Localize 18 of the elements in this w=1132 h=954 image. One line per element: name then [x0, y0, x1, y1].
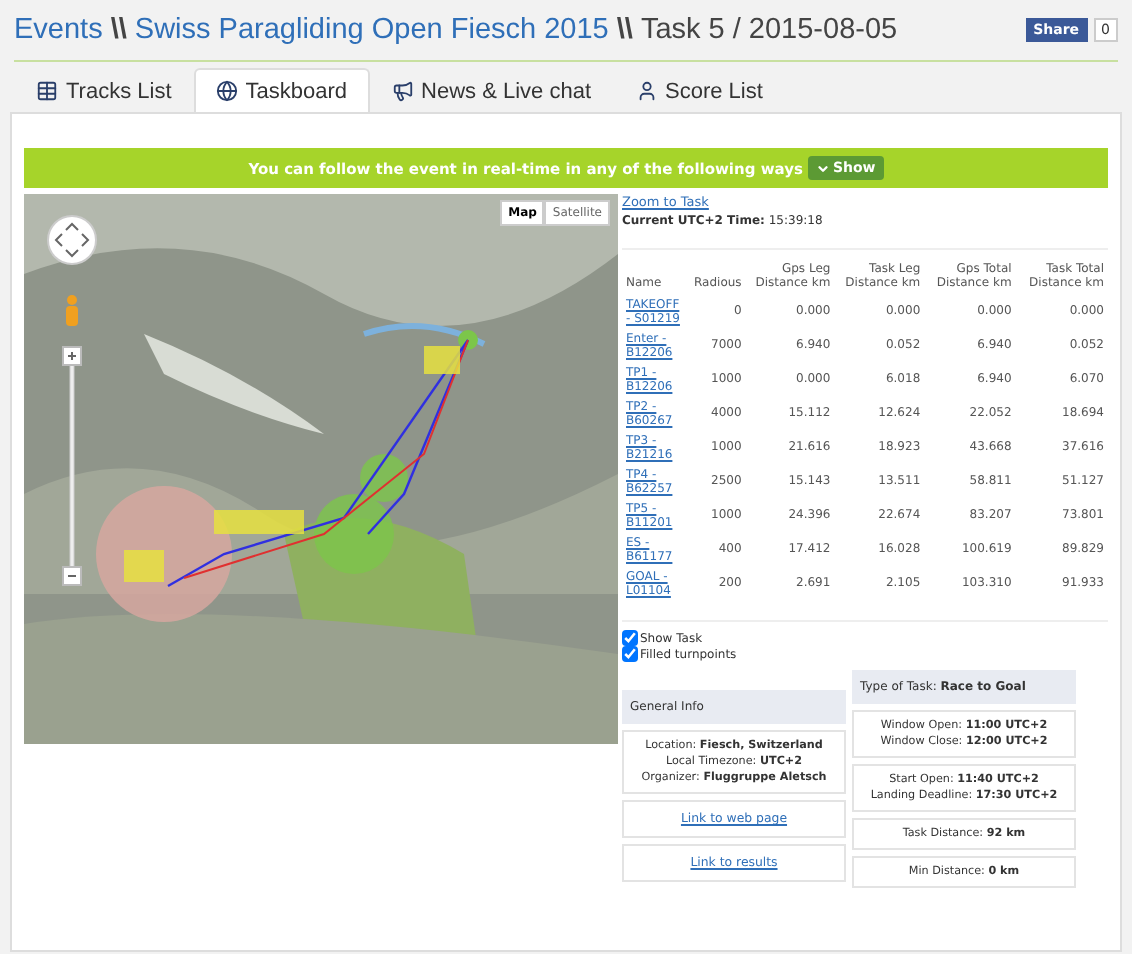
table-icon — [36, 80, 58, 102]
breadcrumb-separator: \\ — [110, 14, 127, 46]
tab[interactable]: Taskboard — [193, 68, 370, 112]
user-icon — [635, 80, 658, 102]
breadcrumb-link[interactable]: Swiss Paragliding Open Fiesch 2015 — [134, 14, 609, 46]
checkbox[interactable] — [622, 646, 638, 662]
tab[interactable]: Score List — [613, 68, 785, 112]
globe-icon — [215, 80, 238, 102]
tab[interactable]: Tracks List — [14, 68, 194, 112]
breadcrumb-link[interactable]: Events — [14, 14, 103, 46]
breadcrumb-separator: \\ — [616, 14, 633, 46]
page-title: Task 5 / 2015-08-05 — [640, 14, 898, 46]
tab[interactable]: News & Live chat — [369, 68, 614, 112]
megaphone-icon — [391, 80, 414, 102]
checkbox[interactable] — [622, 630, 638, 646]
chevron-down-icon — [816, 161, 831, 175]
pan-control-icon[interactable] — [46, 214, 98, 266]
zoom-slider-icon[interactable] — [62, 346, 82, 586]
